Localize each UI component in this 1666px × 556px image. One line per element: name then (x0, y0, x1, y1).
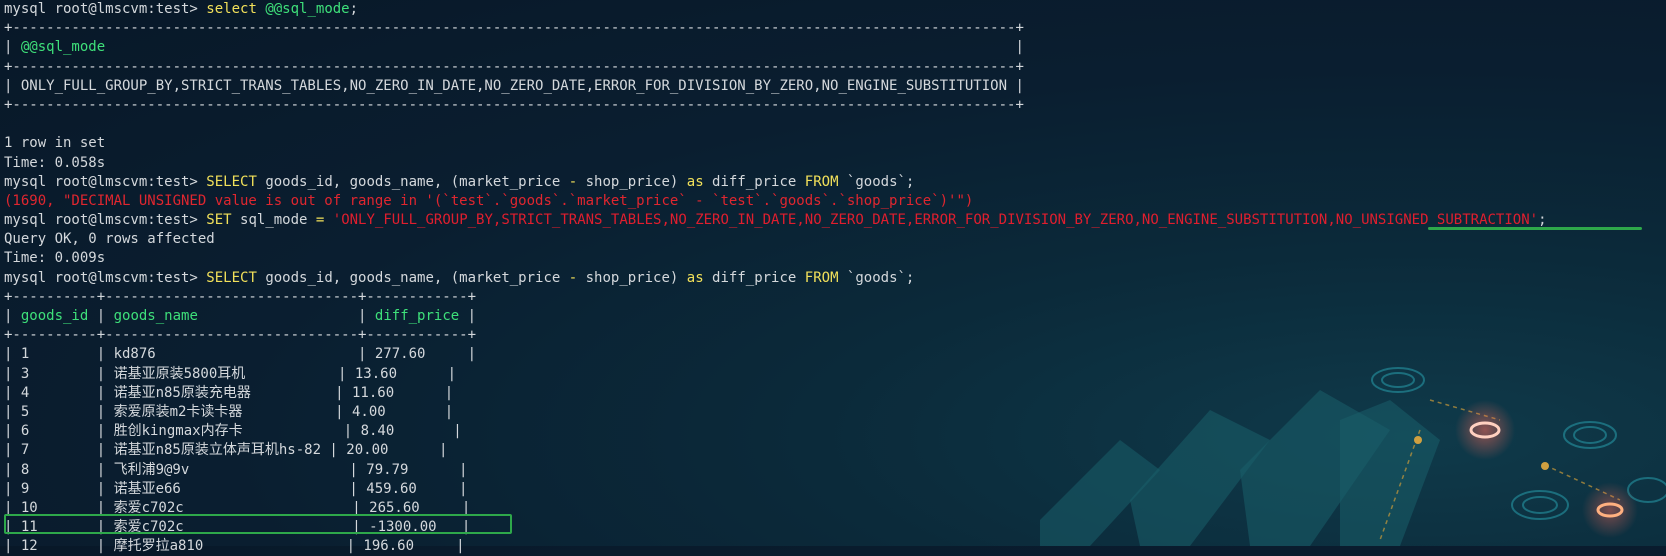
table-border: | (459, 308, 477, 324)
command-token: goods_id, goods_name, (market_price (265, 269, 569, 286)
output-line: +---------------------------------------… (4, 58, 1024, 75)
table-header-row: | goods_id | goods_name | diff_price | (4, 307, 1547, 326)
command-token: `goods`; (838, 173, 915, 190)
table-border: | (105, 39, 1024, 56)
command-token: `goods`; (838, 269, 915, 286)
table-header-row: | @@sql_mode | (4, 38, 1547, 57)
command-line: mysql root@lmscvm:test> SELECT goods_id,… (4, 269, 1547, 288)
table-row: | 12 | 摩托罗拉a810 | 196.60 | (4, 538, 465, 555)
command-token: - (568, 269, 578, 286)
command-token: 'ONLY_FULL_GROUP_BY,STRICT_TRANS_TABLES,… (332, 212, 1539, 229)
output-line: +----------+----------------------------… (4, 327, 477, 344)
shell-prompt: mysql root@lmscvm:test> (4, 212, 198, 229)
terminal-output: mysql root@lmscvm:test> select @@sql_mod… (4, 0, 1547, 556)
command-token: ; (1538, 212, 1547, 229)
output-line: Time: 0.058s (4, 154, 106, 171)
output-line: +----------+----------------------------… (4, 288, 477, 305)
command-token: as (686, 173, 704, 190)
shell-prompt: mysql root@lmscvm:test> (4, 1, 198, 17)
command-line: mysql root@lmscvm:test> select @@sql_mod… (4, 0, 1547, 19)
table-border: | (4, 39, 21, 56)
column-header: diff_price (374, 308, 460, 324)
command-token: as (686, 269, 704, 286)
table-border: | (197, 308, 375, 324)
output-line: +---------------------------------------… (4, 20, 1024, 37)
command-token: SELECT (197, 173, 266, 190)
table-row: | 5 | 索爱原装m2卡读卡器 | 4.00 | (4, 403, 454, 420)
table-border: | (4, 308, 21, 324)
table-row: | 1 | kd876 | 277.60 | (4, 346, 477, 363)
command-token: ; (349, 1, 359, 17)
command-token: diff_price (703, 269, 805, 286)
column-header: goods_name (113, 308, 198, 324)
table-row: | 8 | 飞利浦9@9v | 79.79 | (4, 461, 468, 478)
command-token: FROM (804, 173, 839, 190)
shell-prompt: mysql root@lmscvm:test> (4, 173, 198, 190)
command-line: mysql root@lmscvm:test> SELECT goods_id,… (4, 173, 1547, 192)
table-border: | (88, 308, 114, 324)
command-token (324, 212, 332, 228)
column-header: @@sql_mode (20, 39, 106, 56)
command-token: @@sql_mode (265, 1, 350, 17)
output-line: Query OK, 0 rows affected (4, 231, 215, 248)
highlight-underline (1428, 227, 1642, 230)
command-token: sql_mode (240, 212, 316, 229)
command-token: goods_id, goods_name, (market_price (265, 173, 569, 190)
output-line: Time: 0.009s (4, 250, 106, 267)
command-token: - (568, 173, 578, 190)
command-token: select (197, 1, 266, 17)
command-token: SET (197, 212, 241, 229)
command-line: mysql root@lmscvm:test> SET sql_mode = '… (4, 211, 1547, 230)
table-row: | 6 | 胜创kingmax内存卡 | 8.40 | (4, 423, 462, 440)
command-token: shop_price) (577, 173, 687, 190)
shell-prompt: mysql root@lmscvm:test> (4, 269, 198, 286)
command-token: SELECT (197, 269, 266, 286)
table-row: | 9 | 诺基亚e66 | 459.60 | (4, 480, 468, 497)
command-token: shop_price) (577, 269, 687, 286)
table-row: | 7 | 诺基亚n85原装立体声耳机hs-82 | 20.00 | (4, 442, 448, 459)
table-row: | ONLY_FULL_GROUP_BY,STRICT_TRANS_TABLES… (4, 77, 1024, 94)
table-row: | 3 | 诺基亚原装5800耳机 | 13.60 | (4, 365, 457, 382)
command-token: FROM (804, 269, 839, 286)
error-message: (1690, "DECIMAL UNSIGNED value is out of… (4, 192, 974, 209)
column-header: goods_id (20, 308, 89, 324)
output-line: +---------------------------------------… (4, 96, 1024, 113)
command-token: diff_price (703, 173, 805, 190)
table-row: | 4 | 诺基亚n85原装充电器 | 11.60 | (4, 384, 454, 401)
highlight-row-box (4, 514, 512, 534)
output-line: 1 row in set (4, 135, 106, 152)
